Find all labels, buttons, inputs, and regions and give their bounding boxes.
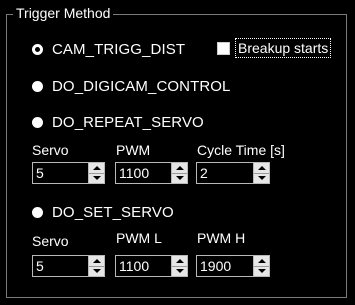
repeat-servo-stepper[interactable]: 5 xyxy=(32,162,105,184)
repeat-cycle-time-stepper[interactable]: 2 xyxy=(196,162,270,184)
breakup-starts-checkbox[interactable]: Breakup starts xyxy=(217,38,332,58)
set-servo-stepper[interactable]: 5 xyxy=(32,255,105,277)
repeat-pwm-label: PWM xyxy=(116,142,151,158)
radio-do-digicam-control-label: DO_DIGICAM_CONTROL xyxy=(52,77,231,95)
set-pwmh-label: PWM H xyxy=(197,230,246,246)
set-pwml-value[interactable]: 1100 xyxy=(116,256,171,276)
set-pwmh-stepper[interactable]: 1900 xyxy=(196,255,270,277)
radio-do-repeat-servo-label: DO_REPEAT_SERVO xyxy=(52,113,204,131)
radio-cam-trigg-dist-label: CAM_TRIGG_DIST xyxy=(52,40,186,58)
chevron-up-icon[interactable] xyxy=(172,163,187,173)
repeat-servo-value[interactable]: 5 xyxy=(33,163,88,183)
trigger-method-title: Trigger Method xyxy=(13,4,114,22)
radio-unchecked-icon xyxy=(32,116,43,128)
breakup-starts-label: Breakup starts xyxy=(234,38,332,58)
chevron-up-icon[interactable] xyxy=(89,163,104,173)
set-servo-value[interactable]: 5 xyxy=(33,256,88,276)
chevron-up-icon[interactable] xyxy=(89,256,104,266)
chevron-down-icon[interactable] xyxy=(89,265,104,277)
radio-unchecked-icon xyxy=(32,80,43,92)
chevron-up-icon[interactable] xyxy=(254,256,269,266)
chevron-up-icon[interactable] xyxy=(172,256,187,266)
chevron-down-icon[interactable] xyxy=(254,265,269,277)
chevron-down-icon[interactable] xyxy=(172,265,187,277)
radio-checked-icon xyxy=(32,43,43,55)
repeat-pwm-stepper[interactable]: 1100 xyxy=(115,162,188,184)
radio-do-digicam-control[interactable]: DO_DIGICAM_CONTROL xyxy=(32,76,231,96)
chevron-down-icon[interactable] xyxy=(89,172,104,184)
repeat-servo-label: Servo xyxy=(32,142,69,158)
checkbox-unchecked-icon xyxy=(217,41,230,55)
radio-unchecked-icon xyxy=(32,206,43,218)
radio-do-repeat-servo[interactable]: DO_REPEAT_SERVO xyxy=(32,112,204,132)
repeat-cycle-time-label: Cycle Time [s] xyxy=(197,142,285,158)
set-pwml-label: PWM L xyxy=(116,230,162,246)
radio-do-set-servo[interactable]: DO_SET_SERVO xyxy=(32,202,174,222)
repeat-cycle-time-value[interactable]: 2 xyxy=(197,163,253,183)
set-servo-label: Servo xyxy=(32,233,69,249)
repeat-pwm-value[interactable]: 1100 xyxy=(116,163,171,183)
radio-do-set-servo-label: DO_SET_SERVO xyxy=(52,203,174,221)
chevron-up-icon[interactable] xyxy=(254,163,269,173)
set-pwmh-value[interactable]: 1900 xyxy=(197,256,253,276)
chevron-down-icon[interactable] xyxy=(172,172,187,184)
chevron-down-icon[interactable] xyxy=(254,172,269,184)
radio-cam-trigg-dist[interactable]: CAM_TRIGG_DIST xyxy=(32,39,185,59)
set-pwml-stepper[interactable]: 1100 xyxy=(115,255,188,277)
